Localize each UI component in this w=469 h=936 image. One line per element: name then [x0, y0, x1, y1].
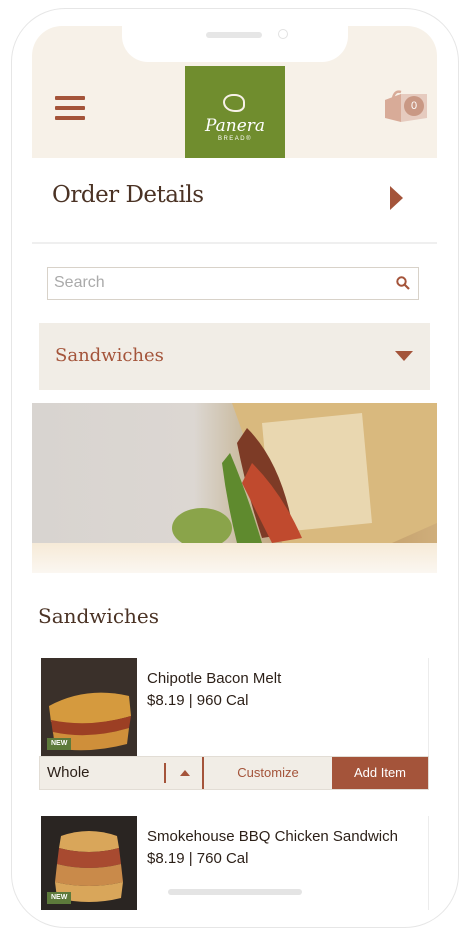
caret-up-icon[interactable]: [180, 770, 190, 776]
menu-item-card[interactable]: NEW Chipotle Bacon Melt $8.19 | 960 Cal …: [39, 658, 429, 790]
item-image[interactable]: NEW: [41, 816, 137, 910]
item-name[interactable]: Chipotle Bacon Melt: [147, 670, 281, 687]
app-screen: Panera BREAD® 0 Order Details Search San…: [32, 26, 437, 910]
search-icon[interactable]: [396, 276, 410, 290]
item-image[interactable]: NEW: [41, 658, 137, 756]
camera-icon: [278, 29, 288, 39]
brand-sub: BREAD®: [217, 136, 253, 142]
menu-item-card[interactable]: NEW Smokehouse BBQ Chicken Sandwich $8.1…: [39, 816, 429, 910]
speaker-icon: [206, 32, 262, 38]
item-price-calories: $8.19 | 960 Cal: [147, 692, 249, 709]
item-actions: Whole Customize Add Item: [39, 756, 429, 790]
home-indicator: [168, 889, 302, 895]
customize-button[interactable]: Customize: [204, 757, 332, 789]
bread-logo-icon: [223, 94, 245, 112]
item-name[interactable]: Smokehouse BBQ Chicken Sandwich: [147, 828, 398, 845]
new-badge: NEW: [47, 892, 72, 904]
order-details-row[interactable]: Order Details: [32, 158, 437, 244]
bag-count-badge: 0: [404, 96, 424, 116]
page-title: Order Details: [52, 182, 204, 208]
hamburger-menu-icon[interactable]: [55, 96, 85, 122]
search-field[interactable]: Search: [47, 267, 419, 300]
section-title: Sandwiches: [38, 604, 160, 628]
category-label: Sandwiches: [55, 345, 164, 366]
size-value: Whole: [47, 764, 90, 781]
new-badge: NEW: [47, 738, 72, 750]
chevron-right-icon[interactable]: [390, 186, 403, 210]
item-price-calories: $8.19 | 760 Cal: [147, 850, 249, 867]
category-banner-image: [32, 403, 437, 543]
bag-icon[interactable]: 0: [381, 88, 431, 128]
banner-fade: [32, 543, 437, 573]
add-item-button[interactable]: Add Item: [332, 757, 428, 789]
brand-logo[interactable]: Panera BREAD®: [185, 66, 285, 166]
caret-down-icon: [395, 351, 413, 361]
divider: [164, 763, 166, 783]
category-dropdown[interactable]: Sandwiches: [39, 323, 430, 390]
search-input[interactable]: Search: [54, 274, 105, 292]
phone-notch: [122, 26, 348, 62]
brand-name: Panera: [204, 116, 266, 136]
size-select[interactable]: Whole: [40, 757, 202, 789]
